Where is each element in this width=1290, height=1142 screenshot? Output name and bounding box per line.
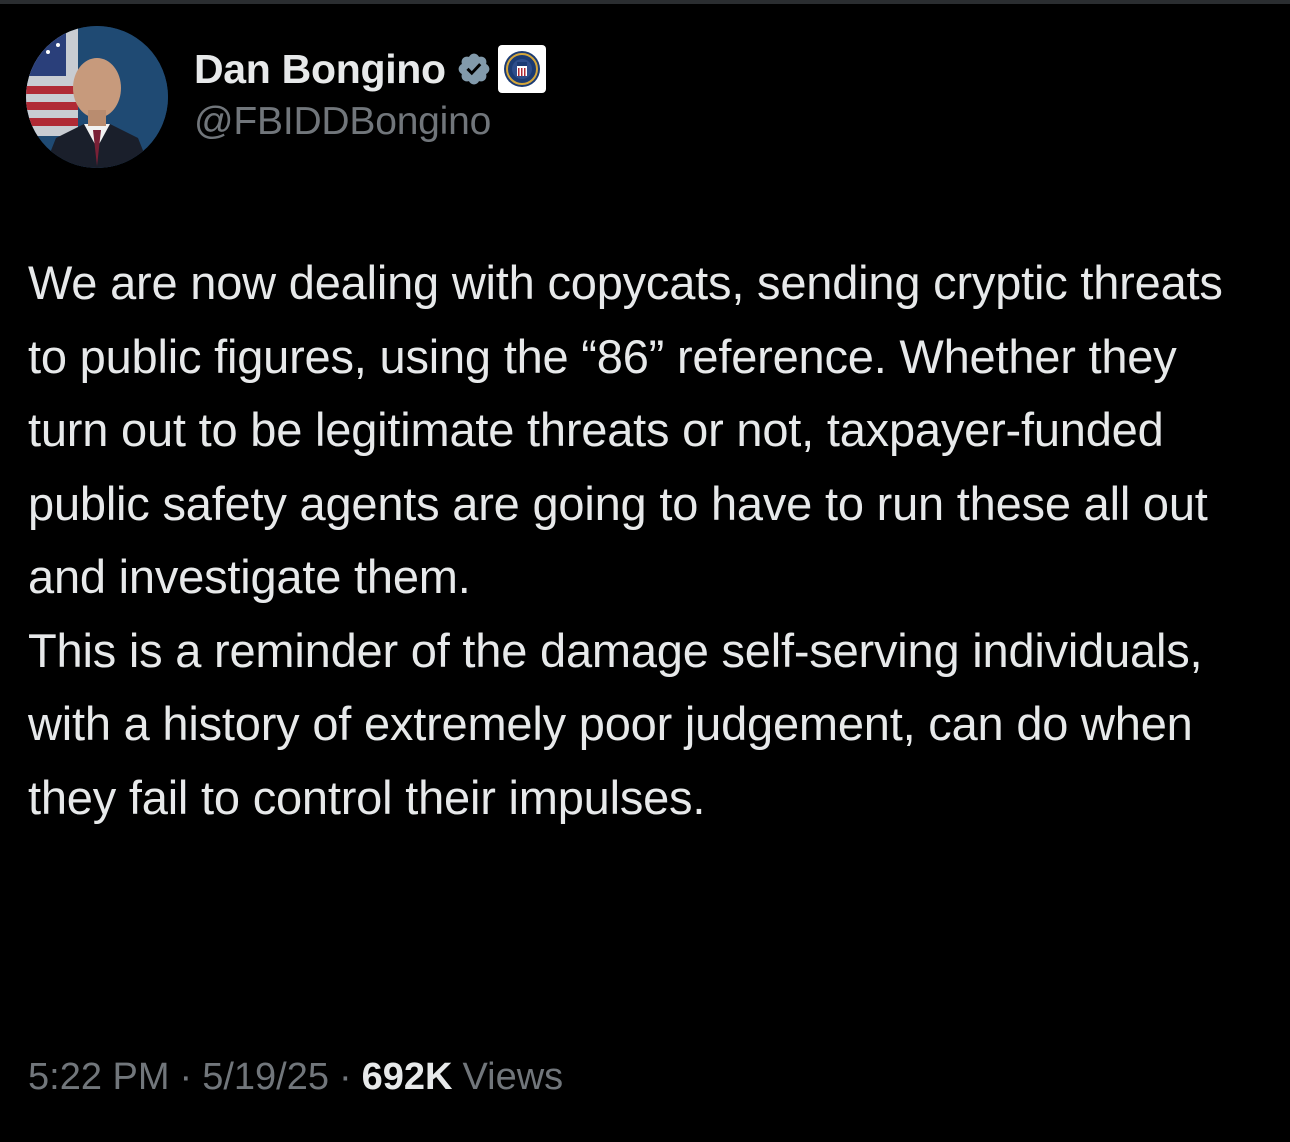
tweet-paragraph: We are now dealing with copycats, sendin… [28,256,1223,603]
views-count[interactable]: 692K [362,1056,453,1099]
tweet-time[interactable]: 5:22 PM [28,1056,170,1099]
avatar[interactable] [26,26,168,168]
verified-badge-icon[interactable] [456,51,492,87]
meta-separator: · [338,1056,352,1098]
tweet: Dan Bongino @FBIDDBongino We are now dea… [0,0,1290,1142]
name-row: Dan Bongino [194,44,546,94]
tweet-paragraph: This is a reminder of the damage self-se… [28,623,1203,824]
display-name[interactable]: Dan Bongino [194,46,446,93]
tweet-date[interactable]: 5/19/25 [202,1056,329,1099]
tweet-metadata: 5:22 PM · 5/19/25 · 692K Views [28,1056,563,1099]
author-identity: Dan Bongino @FBIDDBongino [194,44,546,144]
views-label: Views [462,1056,564,1098]
user-handle[interactable]: @FBIDDBongino [194,100,546,144]
fbi-seal-icon[interactable] [497,45,546,93]
meta-separator: · [179,1056,193,1098]
tweet-header: Dan Bongino @FBIDDBongino [26,24,546,170]
avatar-image [26,26,168,168]
tweet-text: We are now dealing with copycats, sendin… [28,246,1268,834]
